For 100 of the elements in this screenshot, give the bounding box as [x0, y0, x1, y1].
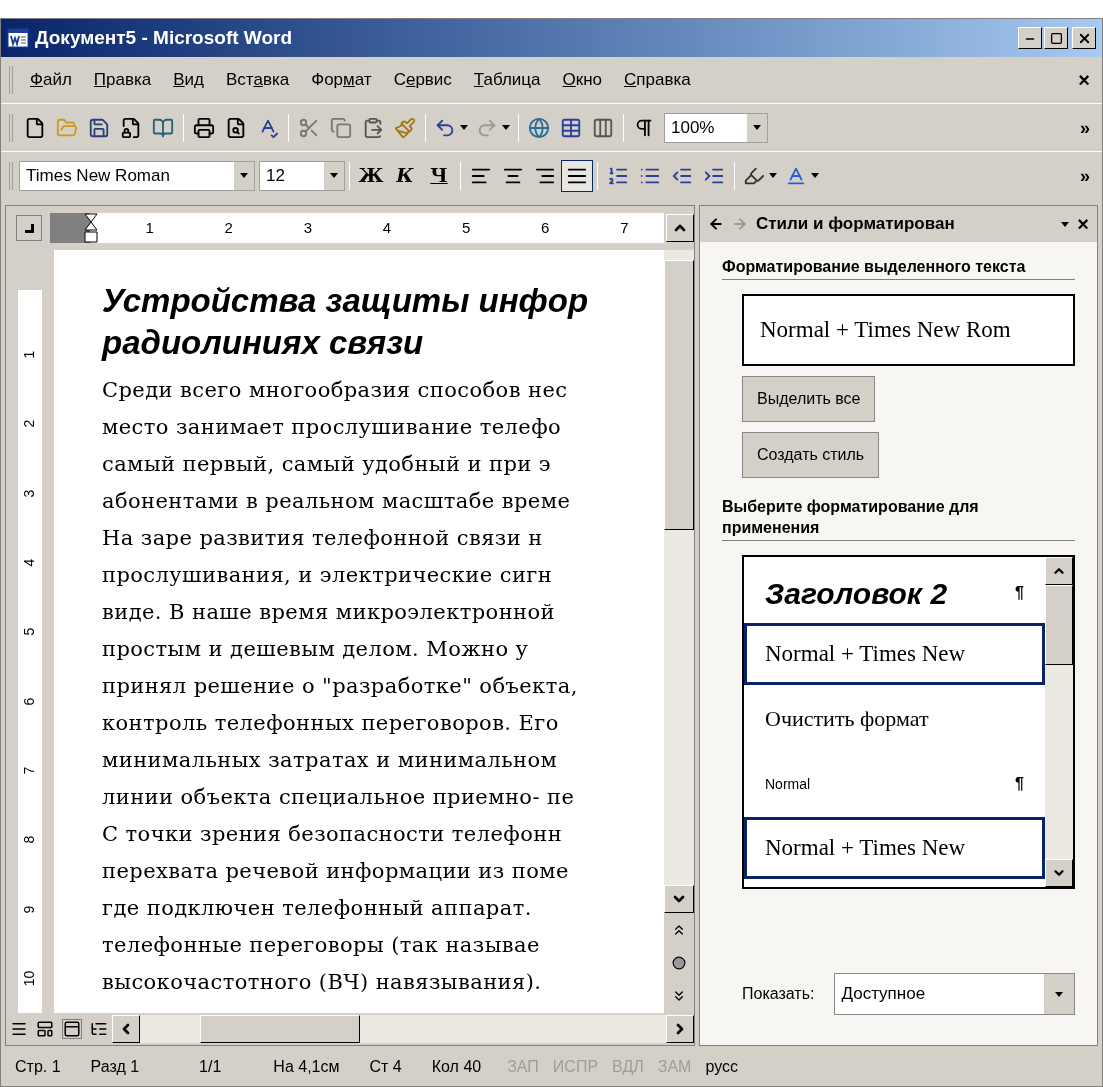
document-text-line: место занимает прослушивание телефо: [102, 414, 562, 441]
paragraph-mark: ¶: [1015, 583, 1024, 603]
menu-item[interactable]: Сервис: [382, 65, 463, 95]
select-browse-object-icon[interactable]: [672, 956, 686, 970]
columns-icon: [592, 116, 614, 139]
close-document-button[interactable]: ×: [1078, 65, 1090, 95]
align-justify-button[interactable]: [561, 159, 593, 192]
status-field: На 4,1см: [263, 1055, 350, 1079]
ruler-number: 1: [145, 217, 154, 238]
document-text-line: виде. В наше время микроэлектронной: [102, 599, 555, 626]
menu-item[interactable]: Вид: [162, 65, 215, 95]
task-pane-close-button[interactable]: ×: [1077, 214, 1089, 234]
ruler-number: 9: [20, 905, 39, 913]
indent-marker-icon[interactable]: [84, 213, 98, 243]
zoom-combo[interactable]: 100%: [664, 112, 768, 143]
ruler-number: 10: [20, 970, 39, 987]
normal-view-icon[interactable]: [10, 1020, 28, 1038]
toolbar-overflow-button[interactable]: »: [1080, 118, 1090, 137]
current-format-box: Normal + Times New Rom: [742, 294, 1075, 366]
document-text-line: Среди всего многообразия способов нес: [102, 377, 568, 404]
dropdown-arrow-icon: [330, 173, 338, 178]
menu-item[interactable]: Таблица: [462, 65, 552, 95]
scroll-up-button[interactable]: [666, 214, 694, 242]
close-button[interactable]: [1072, 27, 1096, 49]
menu-item[interactable]: Формат: [300, 65, 383, 95]
print-view-icon[interactable]: [62, 1019, 82, 1039]
word-logo-icon: [7, 27, 29, 49]
document-heading: радиолиниях связи: [102, 323, 424, 363]
window-title: Документ5 - Microsoft Word: [35, 25, 293, 50]
font-name-combo[interactable]: Times New Roman: [19, 160, 255, 191]
italic-button[interactable]: К: [388, 159, 422, 192]
scroll-thumb[interactable]: [1045, 585, 1073, 665]
document-text-line: линии объекта специальное приемно- пе: [102, 784, 575, 811]
ruler-number: 4: [20, 558, 39, 567]
menu-item[interactable]: Вставка: [215, 65, 301, 95]
paintbrush-icon: [394, 116, 416, 139]
status-field: 1/1: [189, 1055, 232, 1079]
show-label: Показать:: [742, 984, 815, 1004]
horizontal-scrollbar[interactable]: [112, 1015, 694, 1043]
ruler-number: 6: [20, 697, 39, 705]
document-text-line: С точки зрения безопасности телефонн: [102, 821, 563, 848]
dropdown-arrow-icon: [240, 173, 248, 178]
bold-button[interactable]: Ж: [354, 159, 388, 192]
ruler-number: 3: [303, 217, 312, 238]
dropdown-arrow-icon: [1055, 991, 1063, 997]
style-item[interactable]: Очистить формат: [744, 685, 1045, 751]
outline-view-icon[interactable]: [90, 1020, 108, 1038]
font-size-combo[interactable]: 12: [259, 160, 345, 191]
menu-item[interactable]: Справка: [613, 65, 702, 95]
back-icon[interactable]: [708, 216, 724, 232]
paragraph-mark: ¶: [1015, 774, 1024, 794]
document-text-line: принял решение о "разработке" объекта,: [102, 673, 578, 700]
folder-icon: [56, 116, 78, 139]
caret-icon: [769, 173, 777, 178]
document-text-line: контроль телефонных переговоров. Его: [102, 710, 559, 737]
document-text-line: самый первый, самый удобный и при э: [102, 451, 551, 478]
language-indicator: русс: [704, 1057, 739, 1077]
show-dropdown[interactable]: Доступное: [834, 973, 1075, 1015]
vertical-scrollbar[interactable]: [664, 250, 694, 1013]
copy-icon: [330, 116, 352, 139]
list-scrollbar[interactable]: [1045, 557, 1073, 887]
caret-icon: [502, 125, 510, 130]
ruler-number: 8: [20, 835, 39, 844]
style-item[interactable]: Normal + Times New: [744, 817, 1045, 879]
select-all-button[interactable]: Выделить все: [742, 376, 876, 422]
scroll-down-button[interactable]: [664, 885, 694, 913]
web-view-icon[interactable]: [36, 1020, 54, 1038]
tab-stop-icon[interactable]: [16, 215, 42, 241]
ruler-number: 1: [20, 350, 39, 359]
style-item[interactable]: Normal + Times New: [744, 623, 1045, 685]
ruler-number: 7: [620, 217, 629, 238]
menu-item[interactable]: Файл: [19, 65, 83, 95]
ruler-number: 7: [20, 766, 39, 775]
ruler-number: 3: [20, 489, 39, 498]
status-field: Кол 40: [421, 1055, 492, 1079]
document-text-line: где подключен телефонный аппарат.: [102, 895, 532, 922]
document-heading: Устройства защиты инфор: [102, 281, 589, 321]
underline-button[interactable]: Ч: [422, 159, 456, 192]
menu-item[interactable]: Окно: [551, 65, 614, 95]
task-pane-menu-button[interactable]: [1061, 221, 1070, 227]
maximize-button[interactable]: [1044, 27, 1068, 49]
styles-list[interactable]: Заголовок 2 ¶ Normal + Times New Очистить формат Normal ¶ Normal + Times New: [742, 555, 1075, 889]
printer-icon: [193, 116, 215, 139]
ruler-number: 5: [20, 627, 39, 636]
minimize-button[interactable]: [1018, 27, 1042, 49]
style-item[interactable]: Normal ¶: [744, 751, 1045, 817]
magnifier-page-icon: [225, 116, 247, 139]
document-text-line: прослушивания, и электрические сигн: [102, 562, 553, 589]
toolbar-overflow-button[interactable]: »: [1080, 166, 1090, 185]
dropdown-arrow-icon: [753, 125, 761, 130]
new-style-button[interactable]: Создать стиль: [742, 432, 880, 478]
menu-item[interactable]: Правка: [82, 65, 163, 95]
clipboard-icon: [362, 116, 384, 139]
scroll-thumb[interactable]: [664, 260, 694, 530]
section-heading: Выберите форматирование для применения: [722, 496, 1075, 541]
caret-icon: [811, 173, 819, 178]
ruler-number: 4: [382, 217, 392, 238]
scroll-thumb[interactable]: [200, 1015, 360, 1043]
maximize-icon: [1049, 31, 1063, 45]
style-item[interactable]: Заголовок 2 ¶: [744, 563, 1045, 623]
